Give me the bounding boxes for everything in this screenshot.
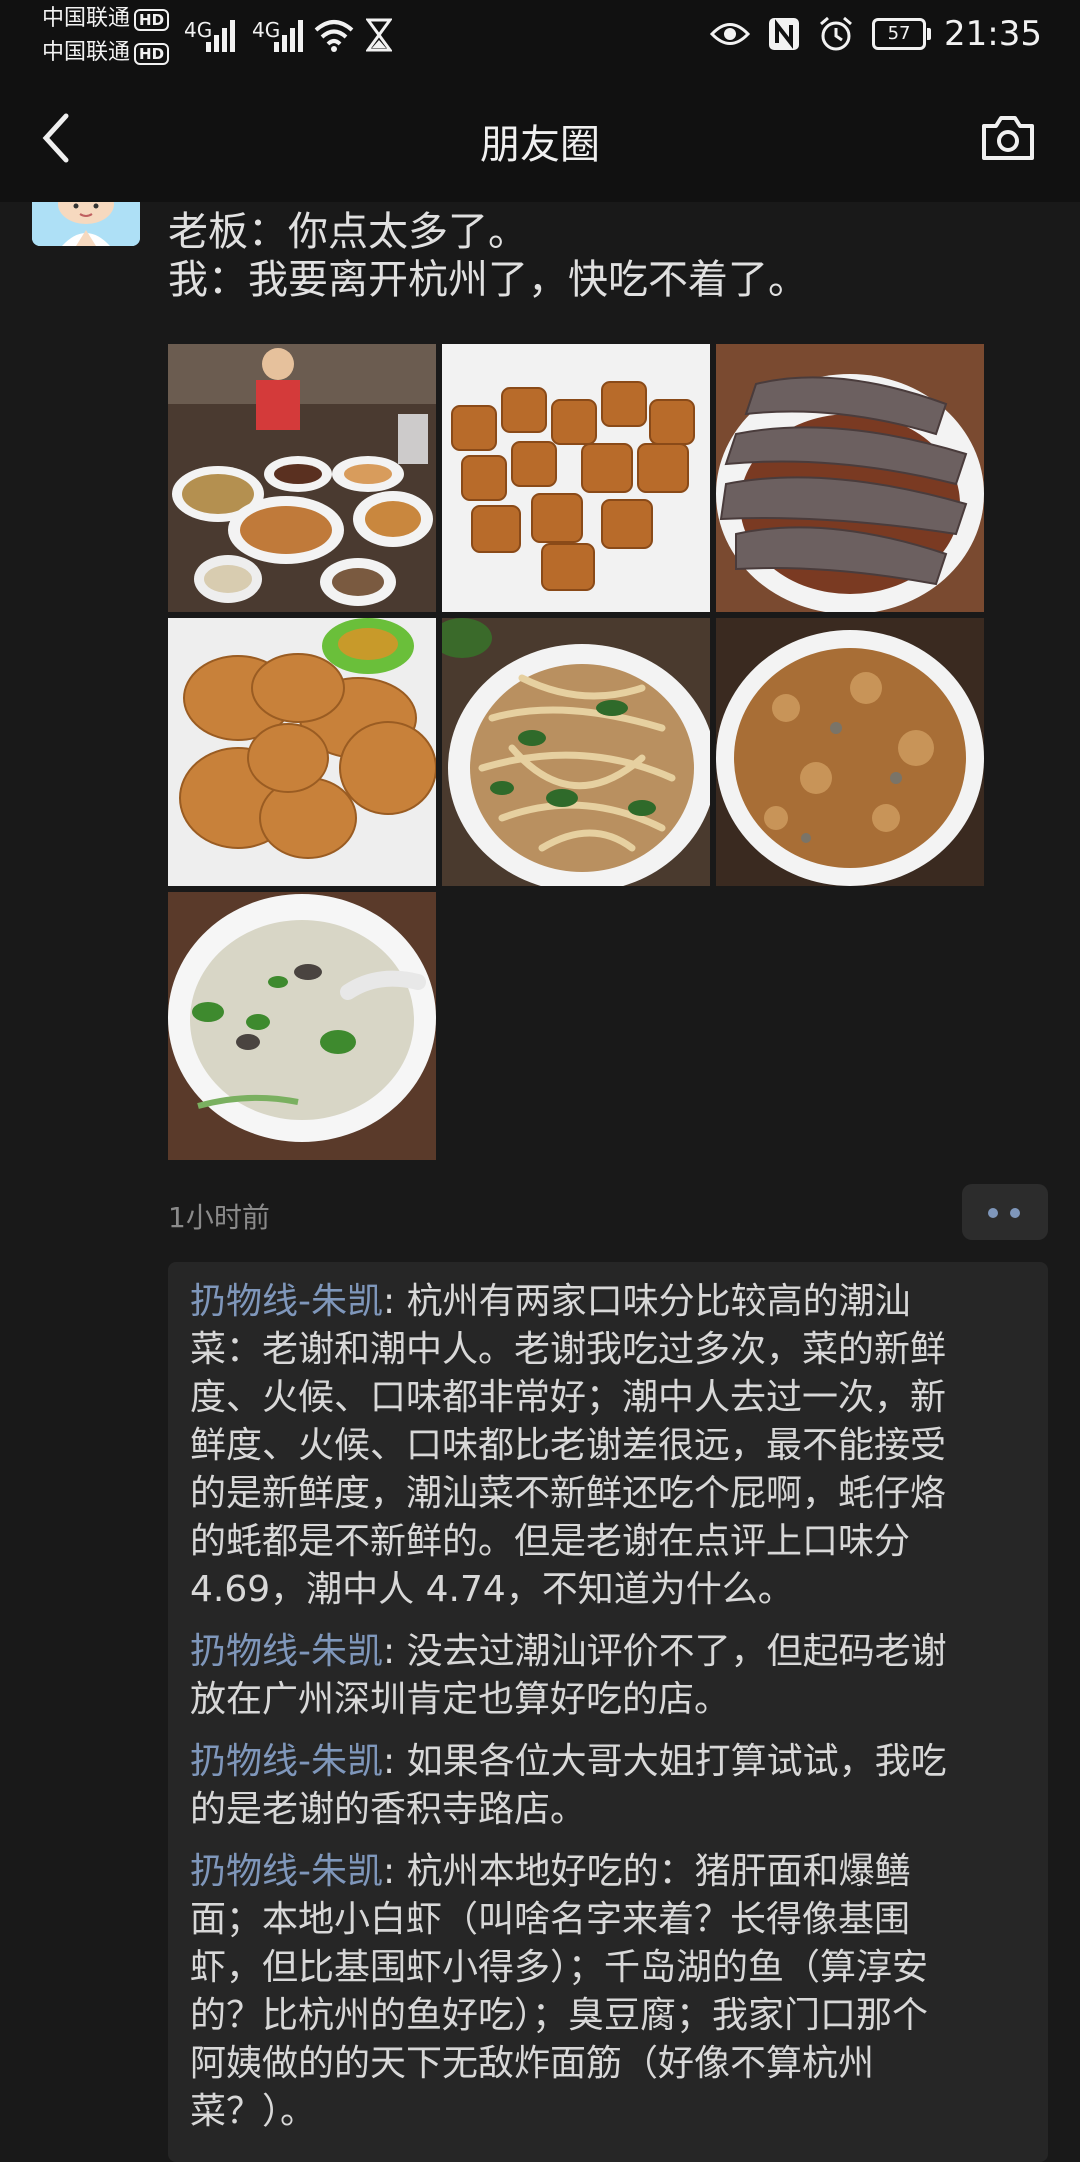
photo-thumbnail[interactable] [442, 344, 710, 612]
photo-fried-cakes [168, 618, 436, 886]
photo-congee [168, 892, 436, 1160]
photo-sliced-liver [716, 344, 984, 612]
carrier-1: 中国联通 HD [42, 6, 170, 32]
avatar[interactable] [32, 202, 140, 246]
comment-first-line: 扔物线-朱凯: 如果各位大哥大姐打算试试，我吃 [190, 1738, 1026, 1786]
nav-bar: 朋友圈 [0, 72, 1080, 202]
commenter-name[interactable]: 扔物线-朱凯 [190, 1281, 383, 1322]
commenter-name[interactable]: 扔物线-朱凯 [190, 1851, 383, 1892]
hourglass-icon [366, 18, 392, 52]
eye-icon [710, 23, 751, 45]
hd-badge: HD [134, 43, 170, 65]
comment-text-line: 的是老谢的香积寺路店。 [190, 1789, 587, 1830]
wifi-icon [314, 20, 354, 52]
dot-icon [1010, 1208, 1020, 1218]
carrier-2: 中国联通 HD [42, 40, 170, 66]
comment-text-line: 菜？）。 [190, 2091, 317, 2132]
comment-text-line: 的蚝都是不新鲜的。但是老谢在点评上口味分 [190, 1521, 911, 1562]
photo-thumbnail[interactable] [168, 344, 436, 612]
comment-text-line: 阿姨做的的天下无敌炸面筋（好像不算杭州 [190, 2043, 875, 2084]
clock: 21:35 [944, 14, 1042, 54]
comment-text-line: 虾，但比基围虾小得多）；千岛湖的鱼（算淳安 [190, 1947, 929, 1988]
page-title: 朋友圈 [480, 122, 600, 168]
comment-text: 如果各位大哥大姐打算试试，我吃 [406, 1741, 947, 1782]
comment-text-line: 放在广州深圳肯定也算好吃的店。 [190, 1679, 731, 1720]
hd-badge: HD [134, 9, 170, 31]
comment-text-line: 度、火候、口味都非常好；潮中人去过一次，新 [190, 1377, 947, 1418]
avatar-image [32, 202, 140, 246]
photo-table-overview [168, 344, 436, 612]
comment-text: 杭州本地好吃的：猪肝面和爆鳝 [406, 1851, 911, 1892]
comment-separator: : [383, 1741, 407, 1782]
camera-icon[interactable] [980, 114, 1036, 162]
comment-item[interactable]: 扔物线-朱凯: 如果各位大哥大姐打算试试，我吃 的是老谢的香积寺路店。 [168, 1738, 1048, 1834]
comment-item[interactable]: 扔物线-朱凯: 杭州本地好吃的：猪肝面和爆鳝 面；本地小白虾（叫啥名字来着？长得… [168, 1848, 1048, 2136]
photo-thumbnail[interactable] [168, 892, 436, 1160]
photo-fried-noodles [442, 618, 710, 886]
photo-thumbnail[interactable] [168, 618, 436, 886]
comment-text: 没去过潮汕评价不了，但起码老谢 [406, 1631, 947, 1672]
dot-icon [988, 1208, 998, 1218]
comment-text-line: 4.69，潮中人 4.74，不知道为什么。 [190, 1569, 794, 1610]
photo-thumbnail[interactable] [716, 344, 984, 612]
commenter-name[interactable]: 扔物线-朱凯 [190, 1631, 383, 1672]
comment-first-line: 扔物线-朱凯: 杭州本地好吃的：猪肝面和爆鳝 [190, 1848, 1026, 1896]
comment-text-line: 的是新鲜度，潮汕菜不新鲜还吃个屁啊，蚝仔烙 [190, 1473, 947, 1514]
carrier-2-name: 中国联通 [42, 40, 131, 65]
comments-section: 扔物线-朱凯: 杭州有两家口味分比较高的潮汕 菜：老谢和潮中人。老谢我吃过多次，… [168, 1262, 1048, 2162]
nfc-icon [769, 18, 800, 50]
carrier-1-name: 中国联通 [42, 6, 131, 31]
comment-text-line: 的？比杭州的鱼好吃）；臭豆腐；我家门口那个 [190, 1995, 929, 2036]
comment-first-line: 扔物线-朱凯: 杭州有两家口味分比较高的潮汕 [190, 1278, 1026, 1326]
more-options-button[interactable] [962, 1184, 1048, 1240]
comment-first-line: 扔物线-朱凯: 没去过潮汕评价不了，但起码老谢 [190, 1628, 1026, 1676]
comment-text-line: 菜：老谢和潮中人。老谢我吃过多次，菜的新鲜 [190, 1329, 947, 1370]
photo-thumbnail[interactable] [716, 618, 984, 886]
photo-oyster-omelette [716, 618, 984, 886]
alarm-icon [820, 16, 852, 51]
comment-text-line: 面；本地小白虾（叫啥名字来着？长得像基围 [190, 1899, 911, 1940]
comment-separator: : [383, 1281, 407, 1322]
post-text-line: 老板：你点太多了。 [168, 209, 528, 255]
comment-item[interactable]: 扔物线-朱凯: 没去过潮汕评价不了，但起码老谢 放在广州深圳肯定也算好吃的店。 [168, 1628, 1048, 1724]
post-timestamp: 1小时前 [168, 1201, 270, 1234]
post-text-line: 我：我要离开杭州了，快吃不着了。 [168, 257, 808, 303]
comment-separator: : [383, 1631, 407, 1672]
signal-icon [206, 20, 235, 52]
photo-thumbnail[interactable] [442, 618, 710, 886]
comment-text-line: 鲜度、火候、口味都比老谢差很远，最不能接受 [190, 1425, 947, 1466]
battery-indicator: 57 [872, 18, 932, 50]
status-bar: 中国联通 HD 中国联通 HD 4G 4G 57 21:35 [0, 0, 1080, 72]
photo-fried-tofu [442, 344, 710, 612]
comment-text: 杭州有两家口味分比较高的潮汕 [406, 1281, 911, 1322]
post-text: 老板：你点太多了。 我：我要离开杭州了，快吃不着了。 [168, 208, 808, 304]
signal-icon-2 [274, 20, 303, 52]
photo-grid [168, 344, 988, 1160]
comment-separator: : [383, 1851, 407, 1892]
comment-item[interactable]: 扔物线-朱凯: 杭州有两家口味分比较高的潮汕 菜：老谢和潮中人。老谢我吃过多次，… [168, 1278, 1048, 1614]
commenter-name[interactable]: 扔物线-朱凯 [190, 1741, 383, 1782]
